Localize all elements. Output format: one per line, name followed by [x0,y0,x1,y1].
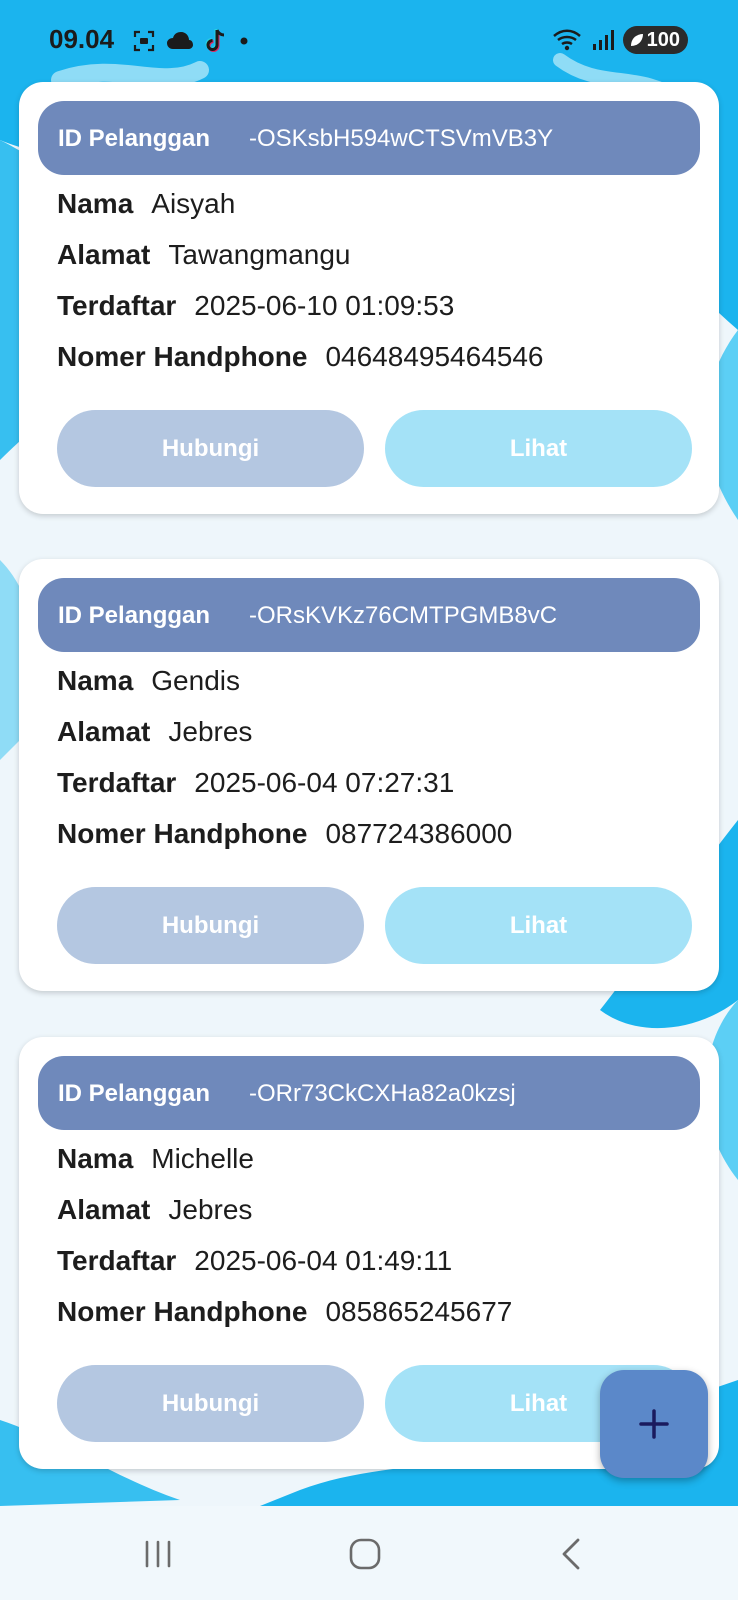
add-customer-button[interactable] [600,1370,708,1478]
phone-value: 087724386000 [325,818,513,849]
registered-value: 2025-06-04 01:49:11 [194,1245,453,1276]
contact-button[interactable]: Hubungi [57,1365,364,1442]
battery-indicator: 100 [622,26,688,54]
name-label: Nama [57,188,134,219]
customer-registered-row: Terdaftar 2025-06-04 07:27:31 [57,767,454,799]
registered-value: 2025-06-04 07:27:31 [194,767,455,798]
status-system-icons: 100 [551,24,688,56]
phone-value: 04648495464546 [325,341,544,372]
customer-id-value: -ORsKVKz76CMTPGMB8vC [249,602,558,629]
registered-label: Terdaftar [57,767,177,798]
screenshot-icon [133,30,155,52]
view-button[interactable]: Lihat [385,410,692,487]
signal-icon [592,30,614,50]
registered-label: Terdaftar [57,290,177,321]
customer-id-header: ID Pelanggan -OSKsbH594wCTSVmVB3Y [38,101,700,175]
customer-id-header: ID Pelanggan -ORsKVKz76CMTPGMB8vC [38,578,700,652]
customer-id-value: -ORr73CkCXHa82a0kzsj [249,1080,516,1107]
address-value: Jebres [168,716,253,747]
more-notifications-dot-icon [240,37,248,45]
plus-icon [639,1409,669,1439]
contact-button[interactable]: Hubungi [57,410,364,487]
customer-id-label: ID Pelanggan [58,125,211,152]
name-value: Aisyah [151,188,236,219]
view-button[interactable]: Lihat [385,887,692,964]
home-icon [349,1538,381,1570]
recent-apps-icon [145,1540,171,1568]
registered-label: Terdaftar [57,1245,177,1276]
customer-address-row: Alamat Jebres [57,716,252,748]
name-label: Nama [57,1143,134,1174]
registered-value: 2025-06-10 01:09:53 [194,290,455,321]
wifi-icon [552,29,581,51]
home-button[interactable] [335,1532,395,1576]
cloud-icon [167,32,193,49]
contact-button[interactable]: Hubungi [57,887,364,964]
customer-id-label: ID Pelanggan [58,1080,211,1107]
customer-name-row: Nama Aisyah [57,188,235,220]
status-bar: 09.04 100 [0,0,738,80]
battery-level: 100 [646,28,680,51]
leaf-icon [630,34,643,46]
phone-label: Nomer Handphone [57,1296,308,1327]
customer-phone-row: Nomer Handphone 04648495464546 [57,341,543,373]
name-value: Gendis [151,665,240,696]
phone-label: Nomer Handphone [57,818,308,849]
phone-label: Nomer Handphone [57,341,308,372]
customer-phone-row: Nomer Handphone 085865245677 [57,1296,512,1328]
customer-id-header: ID Pelanggan -ORr73CkCXHa82a0kzsj [38,1056,700,1130]
customer-card: ID Pelanggan -ORsKVKz76CMTPGMB8vC Nama Ge… [19,559,719,991]
recent-apps-button[interactable] [128,1532,188,1576]
back-icon [562,1538,580,1570]
customer-address-row: Alamat Tawangmangu [57,239,351,271]
name-label: Nama [57,665,134,696]
back-button[interactable] [541,1532,601,1576]
tiktok-icon [205,29,225,52]
customer-name-row: Nama Gendis [57,665,240,697]
customer-id-label: ID Pelanggan [58,602,211,629]
customer-registered-row: Terdaftar 2025-06-04 01:49:11 [57,1245,452,1277]
customer-address-row: Alamat Jebres [57,1194,252,1226]
system-navigation-bar [0,1506,738,1600]
customer-card: ID Pelanggan -OSKsbH594wCTSVmVB3Y Nama Ai… [19,82,719,514]
customer-id-value: -OSKsbH594wCTSVmVB3Y [249,125,554,152]
customer-registered-row: Terdaftar 2025-06-10 01:09:53 [57,290,454,322]
address-label: Alamat [57,239,151,270]
address-value: Jebres [168,1194,253,1225]
name-value: Michelle [151,1143,254,1174]
phone-value: 085865245677 [325,1296,513,1327]
customer-phone-row: Nomer Handphone 087724386000 [57,818,512,850]
status-time: 09.04 [49,24,115,54]
address-value: Tawangmangu [168,239,351,270]
address-label: Alamat [57,1194,151,1225]
status-notification-icons [132,27,250,55]
customer-name-row: Nama Michelle [57,1143,254,1175]
address-label: Alamat [57,716,151,747]
